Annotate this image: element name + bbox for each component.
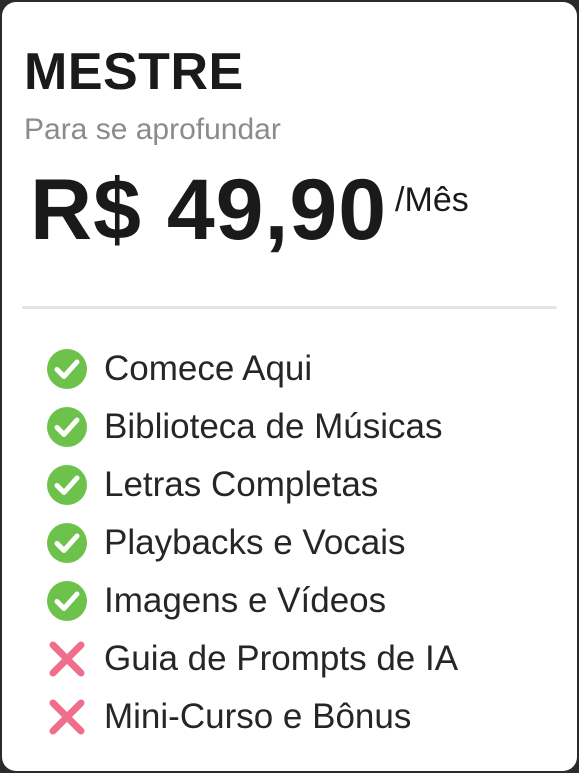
price-row: R$ 49,90 /Mês [30, 162, 469, 258]
check-circle-icon [46, 348, 88, 390]
feature-label: Letras Completas [104, 465, 379, 504]
feature-label: Imagens e Vídeos [104, 581, 387, 620]
feature-label: Comece Aqui [104, 349, 313, 388]
feature-label: Mini-Curso e Bônus [104, 697, 412, 736]
feature-item: Letras Completas [46, 456, 458, 514]
feature-item: Guia de Prompts de IA [46, 630, 458, 688]
plan-subtitle: Para se aprofundar [24, 113, 281, 146]
feature-list: Comece Aqui Biblioteca de Músicas Letras… [46, 340, 458, 746]
divider [22, 306, 557, 309]
feature-label: Guia de Prompts de IA [104, 639, 459, 678]
feature-item: Mini-Curso e Bônus [46, 688, 458, 746]
plan-price: R$ 49,90 [30, 162, 388, 258]
check-circle-icon [46, 464, 88, 506]
feature-item: Comece Aqui [46, 340, 458, 398]
cross-icon [46, 696, 88, 738]
feature-item: Biblioteca de Músicas [46, 398, 458, 456]
cross-icon [46, 638, 88, 680]
check-circle-icon [46, 580, 88, 622]
check-circle-icon [46, 522, 88, 564]
feature-item: Imagens e Vídeos [46, 572, 458, 630]
check-circle-icon [46, 406, 88, 448]
pricing-card: MESTRE Para se aprofundar R$ 49,90 /Mês … [2, 2, 577, 771]
price-period: /Mês [395, 181, 469, 219]
plan-name: MESTRE [24, 43, 244, 101]
feature-label: Playbacks e Vocais [104, 523, 406, 562]
feature-item: Playbacks e Vocais [46, 514, 458, 572]
feature-label: Biblioteca de Músicas [104, 407, 443, 446]
